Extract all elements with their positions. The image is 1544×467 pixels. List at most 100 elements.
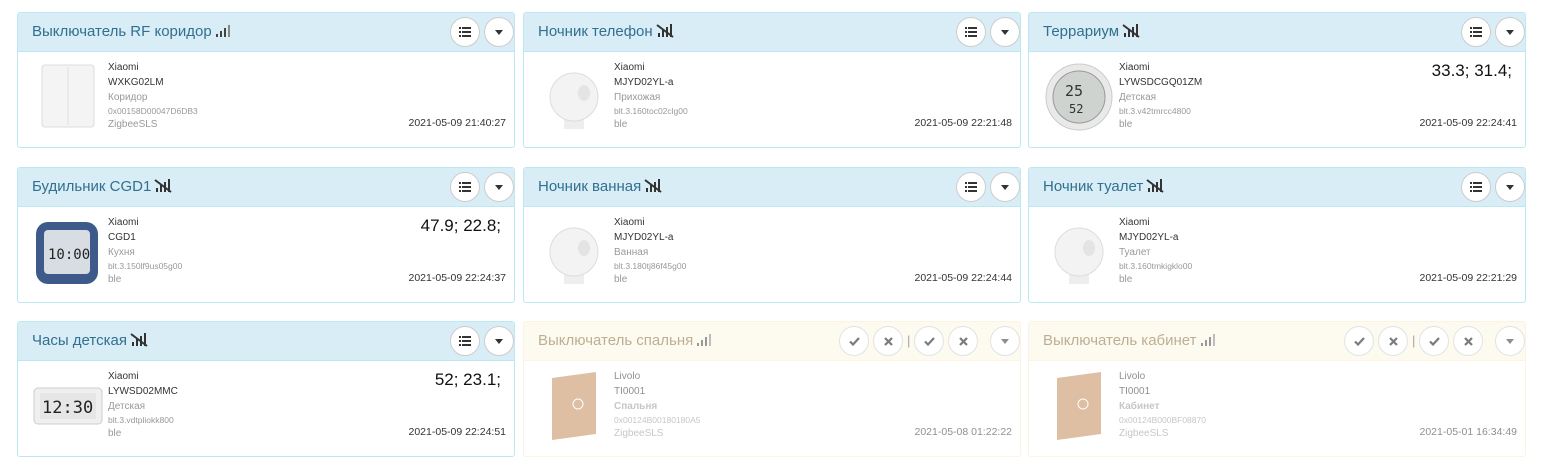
separator: |: [907, 333, 911, 348]
device-info: Xiaomi MJYD02YL-a Ванная blt.3.180tj86f4…: [614, 217, 687, 285]
gold-switch-icon: [1043, 368, 1115, 444]
device-info: Xiaomi MJYD02YL-a Туалет blt.3.160tmkigk…: [1119, 217, 1193, 285]
menu-button[interactable]: [1461, 172, 1491, 202]
off-button[interactable]: [948, 326, 978, 356]
on-button[interactable]: [914, 326, 944, 356]
timestamp: 2021-05-01 16:34:49: [1419, 426, 1518, 438]
caret-down-icon: [495, 338, 503, 344]
on-button[interactable]: [839, 326, 869, 356]
on-button[interactable]: [1344, 326, 1374, 356]
device-title-link[interactable]: Выключатель спальня: [538, 332, 712, 349]
device-card: Террариум 25 52 Xiaomi LYWSDCGQ01ZM Детск…: [1028, 12, 1526, 148]
dropdown-button[interactable]: [1495, 17, 1525, 47]
device-info: Xiaomi MJYD02YL-a Прихожая blt.3.160toc0…: [614, 62, 688, 130]
card-header: Выключатель кабинет |: [1029, 322, 1525, 361]
caret-down-icon: [495, 184, 503, 190]
nightlight-icon: [1043, 214, 1115, 290]
device-info: Livolo TI0001 Кабинет 0x00124B000BF08870…: [1119, 371, 1206, 439]
list-icon: [965, 27, 977, 37]
menu-button[interactable]: [450, 172, 480, 202]
device-info: Xiaomi LYWSDCGQ01ZM Детская blt.3.v42tmr…: [1119, 62, 1203, 130]
signal-bars-icon: [697, 334, 712, 346]
close-icon: [1388, 336, 1398, 346]
menu-button[interactable]: [956, 172, 986, 202]
timestamp: 2021-05-09 22:24:37: [408, 272, 507, 284]
signal-bars-icon: [1200, 334, 1215, 346]
check-icon: [1428, 336, 1440, 346]
device-card: Выключатель спальня | Livolo TI0001 Спал…: [523, 321, 1021, 457]
off-button[interactable]: [1378, 326, 1408, 356]
list-icon: [1470, 182, 1482, 192]
no-signal-icon: [644, 179, 662, 193]
dropdown-button[interactable]: [990, 17, 1020, 47]
device-card: Часы детская 12:30 Xiaomi LYWSD02MMC Дет…: [17, 321, 515, 457]
check-icon: [1353, 336, 1365, 346]
card-header: Ночник ванная: [524, 168, 1020, 207]
device-card: Выключатель кабинет | Livolo TI0001 Каби…: [1028, 321, 1526, 457]
e-ink-clock-icon: 12:30: [32, 368, 104, 444]
sensor-value: 52; 23.1;: [434, 370, 501, 389]
device-title-link[interactable]: Выключатель кабинет: [1043, 332, 1216, 349]
device-card: Ночник телефон Xiaomi MJYD02YL-a Прихожа…: [523, 12, 1021, 148]
off-button[interactable]: [873, 326, 903, 356]
device-title-link[interactable]: Ночник туалет: [1043, 178, 1164, 195]
dropdown-button[interactable]: [1495, 326, 1525, 356]
device-title-link[interactable]: Ночник ванная: [538, 178, 662, 195]
device-info: Xiaomi WXKG02LM Коридор 0x00158D00047D6D…: [108, 62, 198, 130]
nightlight-icon: [538, 214, 610, 290]
device-card: Выключатель RF коридор Xiaomi WXKG02LM К…: [17, 12, 515, 148]
device-card: Будильник CGD1 10:00 Xiaomi CGD1 Кухня b…: [17, 167, 515, 303]
nightlight-icon: [538, 59, 610, 135]
round-thermometer-icon: 25 52: [1043, 59, 1115, 135]
device-title-link[interactable]: Выключатель RF коридор: [32, 23, 231, 40]
switch-white-icon: [32, 59, 104, 135]
dropdown-button[interactable]: [484, 326, 514, 356]
svg-text:12:30: 12:30: [42, 398, 93, 418]
device-title-link[interactable]: Террариум: [1043, 23, 1140, 40]
card-header: Выключатель спальня |: [524, 322, 1020, 361]
device-info: Xiaomi LYWSD02MMC Детская blt.3.vdtpliok…: [108, 371, 178, 439]
menu-button[interactable]: [1461, 17, 1491, 47]
list-icon: [459, 27, 471, 37]
on-button[interactable]: [1419, 326, 1449, 356]
no-signal-icon: [154, 179, 172, 193]
timestamp: 2021-05-08 01:22:22: [914, 426, 1013, 438]
list-icon: [459, 182, 471, 192]
caret-down-icon: [1506, 29, 1514, 35]
no-signal-icon: [1122, 24, 1140, 38]
svg-text:25: 25: [1065, 82, 1083, 100]
check-icon: [923, 336, 935, 346]
menu-button[interactable]: [450, 17, 480, 47]
timestamp: 2021-05-09 21:40:27: [408, 117, 507, 129]
signal-bars-icon: [215, 25, 230, 37]
card-header: Террариум: [1029, 13, 1525, 52]
check-icon: [848, 336, 860, 346]
dropdown-button[interactable]: [990, 172, 1020, 202]
card-header: Часы детская: [18, 322, 514, 361]
off-button[interactable]: [1453, 326, 1483, 356]
menu-button[interactable]: [450, 326, 480, 356]
device-title-link[interactable]: Будильник CGD1: [32, 178, 172, 195]
timestamp: 2021-05-09 22:21:29: [1419, 272, 1518, 284]
timestamp: 2021-05-09 22:24:44: [914, 272, 1013, 284]
card-header: Будильник CGD1: [18, 168, 514, 207]
separator: |: [1412, 333, 1416, 348]
device-title-link[interactable]: Ночник телефон: [538, 23, 674, 40]
close-icon: [883, 336, 893, 346]
no-signal-icon: [1146, 179, 1164, 193]
dropdown-button[interactable]: [484, 172, 514, 202]
dropdown-button[interactable]: [484, 17, 514, 47]
caret-down-icon: [1001, 29, 1009, 35]
menu-button[interactable]: [956, 17, 986, 47]
close-icon: [1463, 336, 1473, 346]
gold-switch-icon: [538, 368, 610, 444]
sensor-value: 47.9; 22.8;: [420, 216, 501, 235]
close-icon: [958, 336, 968, 346]
device-title-link[interactable]: Часы детская: [32, 332, 148, 349]
svg-text:10:00: 10:00: [48, 247, 90, 263]
dropdown-button[interactable]: [1495, 172, 1525, 202]
dropdown-button[interactable]: [990, 326, 1020, 356]
device-info: Xiaomi CGD1 Кухня blt.3.150lf9us05g00 bl…: [108, 217, 183, 285]
device-card: Ночник туалет Xiaomi MJYD02YL-a Туалет b…: [1028, 167, 1526, 303]
svg-text:52: 52: [1069, 102, 1083, 116]
